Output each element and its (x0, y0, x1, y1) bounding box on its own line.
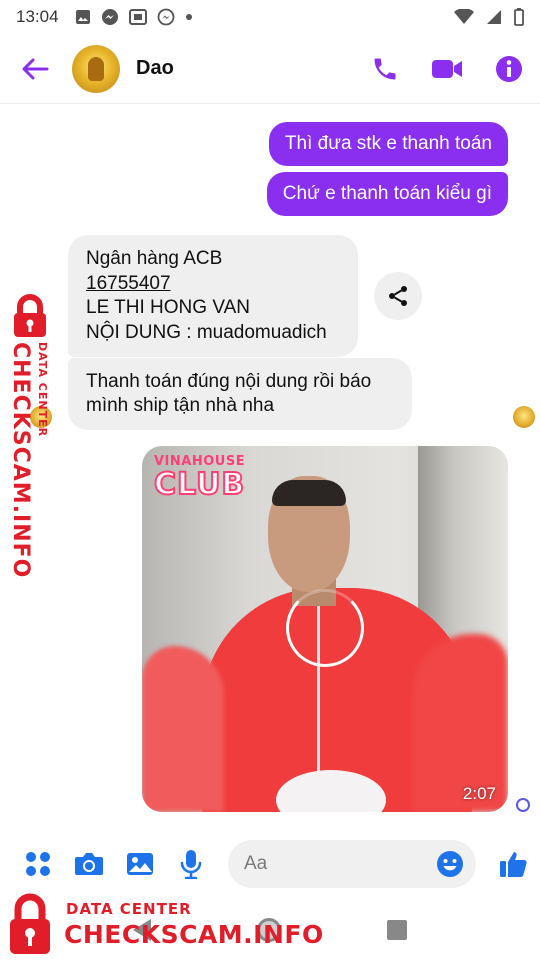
nav-recents-button[interactable] (387, 920, 407, 940)
emoji-icon[interactable] (436, 850, 464, 878)
sending-status-icon (516, 798, 530, 812)
video-logo-line2: CLUB (153, 467, 246, 502)
watermark-bottom: DATA CENTER CHECKSCAM.INFO (0, 888, 340, 960)
video-person-hair (272, 480, 346, 506)
like-button[interactable] (498, 847, 530, 881)
arrow-left-icon (22, 58, 49, 79)
mic-button[interactable] (175, 847, 207, 881)
messenger-icon (157, 8, 174, 26)
share-icon (389, 286, 407, 306)
loading-spinner (286, 589, 364, 667)
apps-icon (26, 852, 50, 876)
camera-button[interactable] (73, 847, 105, 881)
watermark-brand: CHECKSCAM.INFO (8, 342, 33, 579)
watermark-sub: DATA CENTER (36, 342, 49, 438)
contact-name[interactable]: Dao (136, 57, 174, 80)
gallery-icon (128, 9, 147, 25)
read-receipt-avatar (513, 406, 535, 428)
phone-icon (374, 58, 396, 79)
outgoing-message[interactable]: Thì đưa stk e thanh toán (268, 122, 508, 166)
call-button[interactable] (368, 52, 402, 86)
messenger-icon (101, 9, 118, 25)
battery-icon (514, 8, 524, 26)
incoming-message[interactable]: Thanh toán đúng nội dung rồi báo mình sh… (68, 358, 412, 430)
dot-icon (185, 14, 192, 20)
conversation-header: Dao (0, 34, 540, 104)
apps-button[interactable] (22, 847, 54, 881)
gallery-icon (127, 853, 153, 875)
video-call-icon (432, 59, 462, 78)
watermark-vertical: CHECKSCAM.INFO DATA CENTER (2, 290, 62, 578)
watermark-brand: CHECKSCAM.INFO (64, 920, 324, 949)
transfer-note: NỘI DUNG : muadomuadich (86, 321, 327, 343)
status-bar: 13:04 (0, 0, 540, 34)
thumbs-up-icon (500, 852, 527, 877)
signal-icon (487, 10, 501, 24)
bank-name: Ngân hàng ACB (86, 248, 223, 269)
outgoing-message[interactable]: Chứ e thanh toán kiểu gì (266, 172, 508, 216)
status-time: 13:04 (16, 7, 59, 26)
composer-bar (0, 836, 540, 892)
back-button[interactable] (18, 52, 52, 86)
mic-icon (180, 850, 202, 879)
lock-icon (14, 294, 46, 337)
account-number-link[interactable]: 16755407 (86, 272, 340, 297)
video-duration: 2:07 (462, 784, 496, 803)
watermark-sub: DATA CENTER (66, 900, 192, 918)
message-input-wrapper[interactable] (228, 840, 476, 888)
camera-icon (75, 853, 103, 875)
info-button[interactable] (492, 52, 526, 86)
gallery-button[interactable] (124, 847, 156, 881)
contact-avatar[interactable] (72, 44, 120, 93)
share-button[interactable] (374, 272, 422, 320)
lock-icon (10, 893, 50, 954)
video-person-arm (142, 646, 224, 812)
video-call-button[interactable] (430, 52, 464, 86)
incoming-message-bank-info[interactable]: Ngân hàng ACB 16755407 LE THI HONG VAN N… (68, 235, 358, 357)
wifi-icon (454, 9, 474, 24)
info-icon (496, 55, 522, 82)
image-icon (75, 10, 90, 24)
account-holder: LE THI HONG VAN (86, 297, 250, 318)
video-message[interactable]: VINAHOUSE CLUB 2:07 (142, 446, 508, 812)
video-channel-logo: VINAHOUSE CLUB (153, 454, 258, 502)
message-input[interactable] (244, 853, 436, 875)
